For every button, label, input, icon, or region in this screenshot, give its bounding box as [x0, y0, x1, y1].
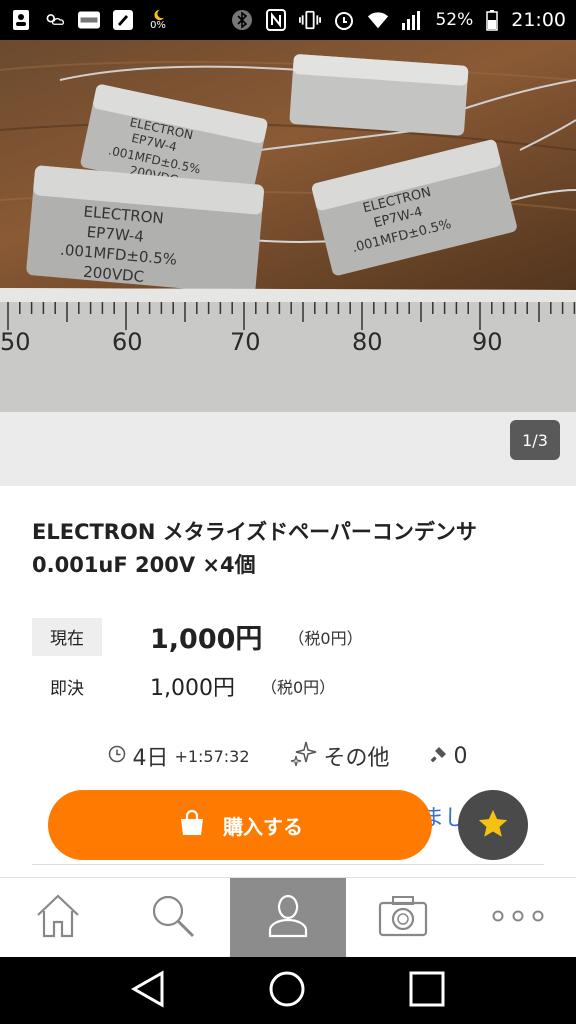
item-meta: 4日 +1:57:32 その他 0	[0, 736, 576, 776]
more-icon	[490, 908, 546, 927]
system-nav-bar	[0, 957, 576, 1024]
contacts-icon	[10, 9, 32, 31]
buyout-tax: （税0円）	[260, 678, 336, 697]
weather-icon	[44, 9, 66, 31]
clock-icon	[108, 744, 126, 769]
vibrate-icon	[299, 9, 322, 31]
home-icon	[34, 893, 82, 943]
wifi-icon	[367, 9, 389, 31]
buyout-price-label: 即決	[50, 678, 84, 699]
nav-sell[interactable]	[346, 878, 461, 957]
buy-button[interactable]: 購入する	[48, 790, 432, 860]
search-icon	[149, 892, 197, 944]
condition-text: その他	[323, 746, 390, 771]
current-tax: （税0円）	[288, 628, 363, 648]
signal-icon	[401, 9, 423, 31]
condition: その他	[290, 740, 390, 772]
ruler-label-50: 50	[0, 328, 31, 356]
bid-count: 0	[430, 744, 468, 769]
moon-icon: 0%	[146, 9, 170, 31]
shopping-bag-icon	[177, 808, 207, 843]
app-icon	[112, 9, 134, 31]
star-icon	[476, 807, 510, 844]
night-battery-text: 0%	[150, 20, 166, 31]
home-circle-icon[interactable]	[267, 969, 307, 1013]
ruler-label-70: 70	[230, 328, 261, 356]
buy-button-label: 購入する	[223, 814, 303, 839]
bluetooth-icon	[231, 9, 253, 31]
time-days: 4日	[132, 746, 169, 771]
nfc-icon	[265, 9, 287, 31]
battery-icon	[485, 9, 499, 31]
nav-mypage[interactable]	[230, 878, 346, 957]
user-icon	[264, 892, 312, 944]
favorite-button[interactable]	[458, 790, 528, 860]
current-price-row: 現在 1,000円 （税0円）	[32, 617, 363, 656]
buyout-price: 1,000円	[150, 676, 235, 701]
ruler-label-90: 90	[472, 328, 503, 356]
nav-home[interactable]	[0, 878, 115, 957]
alarm-icon	[333, 9, 355, 31]
product-photo[interactable]: ELECTRON EP7W-4 .001MFD±0.5% 200VDC ELEC…	[0, 40, 576, 412]
item-title: ELECTRON メタライズドペーパーコンデンサ 0.001uF 200V ×4…	[32, 520, 477, 577]
current-price: 1,000円	[150, 624, 263, 655]
recents-icon[interactable]	[408, 970, 446, 1012]
clock: 21:00	[511, 9, 566, 31]
ruler-label-80: 80	[352, 328, 383, 356]
back-icon[interactable]	[130, 969, 166, 1013]
status-bar: 0% 52% 21:00	[0, 0, 576, 40]
gallery-strip	[0, 412, 576, 486]
divider	[32, 864, 544, 865]
gavel-icon	[430, 744, 448, 769]
sparkle-icon	[290, 740, 318, 772]
yahuoku-app-icon	[78, 9, 100, 31]
current-price-label: 現在	[32, 617, 102, 656]
camera-icon	[377, 894, 429, 942]
time-remaining: 4日 +1:57:32	[108, 740, 250, 772]
page-indicator: 1/3	[510, 420, 560, 460]
bottom-nav	[0, 877, 576, 957]
nav-search[interactable]	[115, 878, 230, 957]
nav-more[interactable]	[461, 878, 576, 957]
ruler-label-60: 60	[112, 328, 143, 356]
battery-percent: 52%	[435, 10, 474, 30]
buyout-price-row: 即決 1,000円 （税0円）	[32, 667, 335, 705]
time-rest: +1:57:32	[174, 746, 250, 766]
bid-count-text: 0	[453, 743, 468, 769]
